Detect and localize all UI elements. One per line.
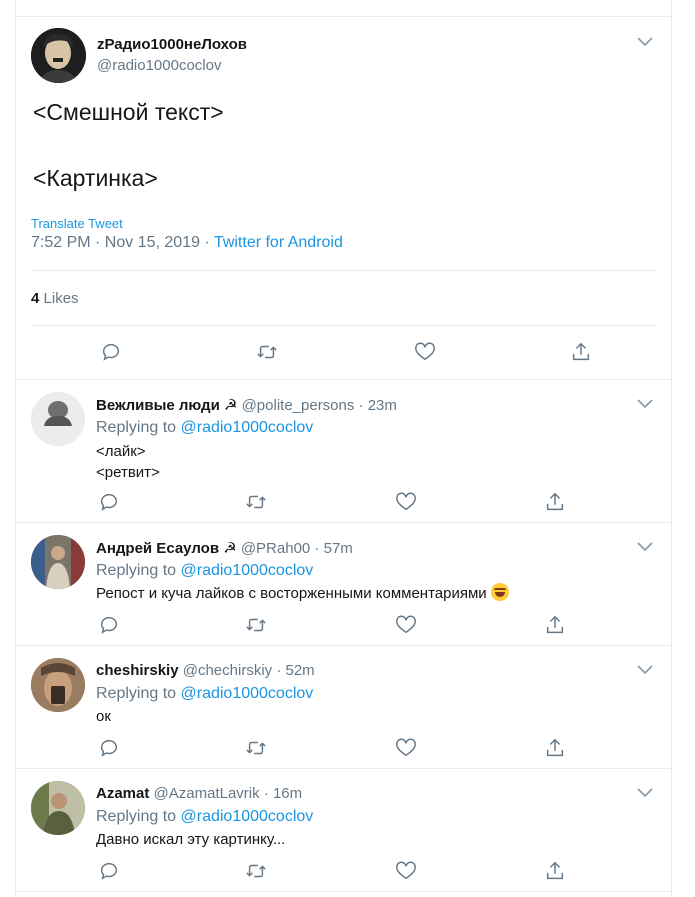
reply-header: cheshirskiy @chechirskiy · 52m (96, 662, 315, 679)
replying-to-handle[interactable]: @radio1000coclov (181, 562, 314, 579)
reply-icon[interactable] (100, 341, 122, 363)
reply-time[interactable]: 57m (324, 540, 353, 557)
retweet-icon[interactable] (256, 341, 278, 363)
share-icon[interactable] (544, 614, 566, 636)
reply-time[interactable]: 16m (273, 785, 302, 802)
replying-to: Replying to @radio1000coclov (96, 562, 313, 580)
reply-tweet[interactable]: Azamat @AzamatLavrik · 16m Replying to @… (16, 769, 671, 892)
replying-label: Replying to (96, 685, 181, 702)
main-tweet: zРадио1000неЛохов @radio1000coclov <Смеш… (16, 17, 671, 380)
reply-icon[interactable] (98, 614, 120, 636)
chevron-down-icon[interactable] (637, 37, 653, 47)
reply-icon[interactable] (98, 737, 120, 759)
reply-text-line: ок (96, 708, 111, 725)
reply-icon[interactable] (98, 491, 120, 513)
rolling-on-floor-laughing-icon (490, 583, 509, 601)
reply-time[interactable]: 23m (368, 397, 397, 414)
retweet-icon[interactable] (245, 491, 267, 513)
translate-tweet-link[interactable]: Translate Tweet (31, 216, 123, 231)
divider (31, 325, 656, 326)
reply-text-line: Репост и куча лайков с восторженными ком… (96, 585, 487, 602)
avatar[interactable] (31, 781, 85, 835)
replying-to: Replying to @radio1000coclov (96, 419, 313, 437)
separator: · (272, 662, 286, 679)
client-link[interactable]: Twitter for Android (214, 234, 343, 251)
retweet-icon[interactable] (245, 860, 267, 882)
replying-label: Replying to (96, 562, 181, 579)
like-icon[interactable] (395, 737, 417, 759)
retweet-icon[interactable] (245, 614, 267, 636)
chevron-down-icon[interactable] (637, 788, 653, 798)
replying-to: Replying to @radio1000coclov (96, 808, 313, 826)
reply-text-line: <лайк> (96, 443, 146, 460)
chevron-down-icon[interactable] (637, 399, 653, 409)
author-name[interactable]: zРадио1000неЛохов (97, 36, 247, 53)
like-icon[interactable] (395, 491, 417, 513)
retweet-icon[interactable] (245, 737, 267, 759)
avatar[interactable] (31, 535, 85, 589)
like-icon[interactable] (395, 614, 417, 636)
main-actions (100, 341, 610, 365)
chevron-down-icon[interactable] (637, 542, 653, 552)
avatar[interactable] (31, 658, 85, 712)
reply-header: Azamat @AzamatLavrik · 16m (96, 785, 302, 802)
replying-label: Replying to (96, 419, 181, 436)
reply-time[interactable]: 52m (286, 662, 315, 679)
avatar[interactable] (31, 392, 85, 446)
reply-header: Вежливые люди ☭ @polite_persons · 23m (96, 396, 397, 414)
author-handle[interactable]: @AzamatLavrik (154, 785, 260, 802)
reply-actions (98, 491, 578, 515)
reply-actions (98, 737, 578, 761)
likes-label: Likes (43, 290, 79, 307)
tweet-text-line: <Картинка> (33, 165, 158, 191)
reply-text-line: <ретвит> (96, 464, 160, 481)
reply-actions (98, 614, 578, 638)
avatar[interactable] (31, 28, 86, 83)
timestamp[interactable]: 7:52 PM · Nov 15, 2019 · (31, 234, 214, 251)
share-icon[interactable] (544, 491, 566, 513)
likes-number: 4 (31, 290, 40, 307)
author-handle[interactable]: @PRah00 (241, 540, 310, 557)
replying-to-handle[interactable]: @radio1000coclov (181, 685, 314, 702)
separator: · (354, 397, 368, 414)
author-handle[interactable]: @polite_persons (242, 397, 355, 414)
reply-text: Репост и куча лайков с восторженными ком… (96, 583, 509, 604)
replying-to-handle[interactable]: @radio1000coclov (181, 808, 314, 825)
share-icon[interactable] (544, 737, 566, 759)
author-handle[interactable]: @radio1000coclov (97, 57, 221, 74)
share-icon[interactable] (544, 860, 566, 882)
tweet-meta: 7:52 PM · Nov 15, 2019 · Twitter for And… (31, 234, 343, 252)
reply-icon[interactable] (98, 860, 120, 882)
reply-header: Андрей Есаулов ☭ @PRah00 · 57m (96, 539, 353, 557)
separator: · (259, 785, 273, 802)
reply-actions (98, 860, 578, 884)
author-name[interactable]: Андрей Есаулов ☭ (96, 540, 237, 557)
replying-label: Replying to (96, 808, 181, 825)
likes-count[interactable]: 4 Likes (31, 290, 79, 307)
separator: · (310, 540, 324, 557)
author-handle[interactable]: @chechirskiy (183, 662, 272, 679)
reply-tweet[interactable]: cheshirskiy @chechirskiy · 52m Replying … (16, 646, 671, 769)
tweet-thread: zРадио1000неЛохов @radio1000coclov <Смеш… (15, 0, 672, 897)
reply-tweet[interactable]: Вежливые люди ☭ @polite_persons · 23m Re… (16, 380, 671, 523)
replying-to: Replying to @radio1000coclov (96, 685, 313, 703)
reply-text-line: Давно искал эту картинку... (96, 831, 286, 848)
replying-to-handle[interactable]: @radio1000coclov (181, 419, 314, 436)
chevron-down-icon[interactable] (637, 665, 653, 675)
reply-tweet[interactable]: Андрей Есаулов ☭ @PRah00 · 57m Replying … (16, 523, 671, 646)
tweet-text-line: <Смешной текст> (33, 99, 224, 125)
author-name[interactable]: cheshirskiy (96, 662, 179, 679)
like-icon[interactable] (414, 341, 436, 363)
author-name[interactable]: Azamat (96, 785, 149, 802)
share-icon[interactable] (570, 341, 592, 363)
like-icon[interactable] (395, 860, 417, 882)
divider (31, 270, 656, 271)
author-name[interactable]: Вежливые люди ☭ (96, 397, 237, 414)
